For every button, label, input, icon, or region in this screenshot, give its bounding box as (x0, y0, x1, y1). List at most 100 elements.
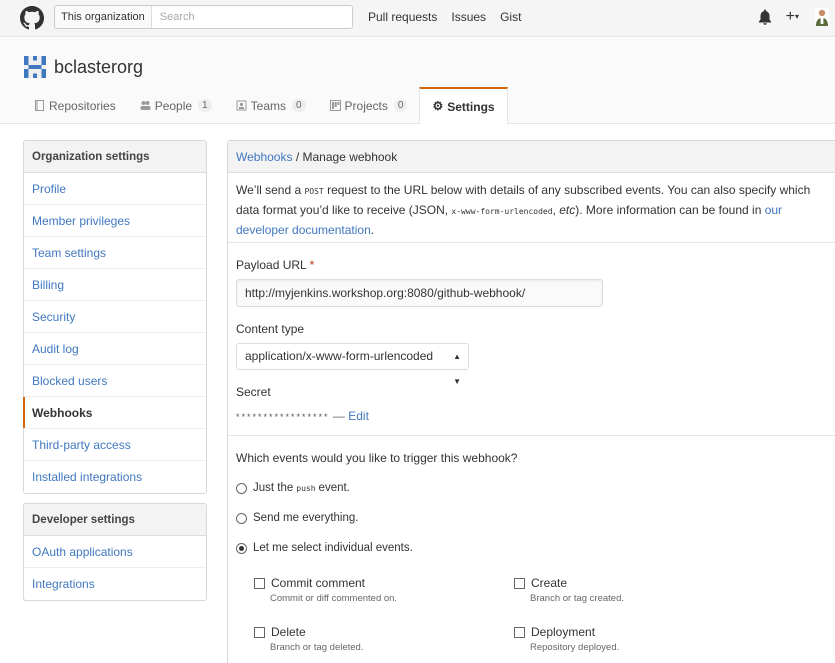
tab-label: Teams (250, 98, 286, 113)
radio-push-code: push (296, 483, 316, 493)
nav-issues[interactable]: Issues (451, 10, 486, 24)
tab-settings[interactable]: ⚙ Settings (419, 87, 508, 125)
menu-item-audit-log[interactable]: Audit log (24, 333, 206, 365)
tab-label: Repositories (49, 98, 116, 113)
tab-label: People (154, 98, 193, 113)
tab-people[interactable]: People 1 (128, 87, 224, 124)
tab-projects[interactable]: Projects 0 (318, 87, 420, 124)
secret-mask: ***************** (236, 412, 330, 422)
search-input[interactable] (151, 7, 352, 27)
menu-item-third-party-access[interactable]: Third-party access (24, 429, 206, 461)
event-name: Create (531, 576, 568, 590)
teams-icon (236, 100, 247, 111)
gear-icon: ⚙ (432, 99, 444, 113)
event-delete[interactable]: Delete Branch or tag deleted. (254, 625, 363, 653)
radio-label: Send me everything. (253, 512, 359, 524)
developer-settings-menu: Developer settings OAuth applications In… (23, 503, 207, 601)
webhook-panel: Webhooks / Manage webhook We’ll send a P… (227, 140, 835, 663)
payload-url-label: Payload URL * (236, 258, 314, 272)
radio-send-everything[interactable]: Send me everything. (236, 512, 358, 524)
menu-item-profile[interactable]: Profile (24, 173, 206, 205)
menu-item-installed-integrations[interactable]: Installed integrations (24, 461, 206, 493)
tab-label: Settings (447, 99, 495, 114)
bell-icon[interactable] (758, 9, 772, 25)
tab-counter: 0 (291, 99, 306, 112)
intro-etc: etc (559, 203, 576, 217)
intro-text: . (370, 223, 375, 237)
tab-label: Projects (344, 98, 388, 113)
event-create[interactable]: Create Branch or tag created. (514, 576, 624, 604)
secret-label: Secret (236, 385, 271, 399)
nav-pull-requests[interactable]: Pull requests (368, 10, 437, 24)
menu-item-webhooks[interactable]: Webhooks (23, 397, 206, 429)
tab-teams[interactable]: Teams 0 (224, 87, 318, 124)
content-type-label: Content type (236, 322, 305, 336)
breadcrumb: Webhooks / Manage webhook (228, 141, 835, 173)
radio-button[interactable] (236, 512, 247, 524)
radio-push-event[interactable]: Just the push event. (236, 482, 350, 494)
event-name: Deployment (531, 625, 596, 639)
checkbox[interactable] (254, 577, 265, 589)
events-question: Which events would you like to trigger t… (236, 451, 518, 465)
tab-repositories[interactable]: Repositories (22, 87, 128, 124)
menu-item-billing[interactable]: Billing (24, 269, 206, 301)
secret-separator: — (329, 409, 349, 423)
label-text: Payload URL (236, 258, 307, 272)
intro-code-urlencoded: x-www-form-urlencoded (451, 207, 553, 216)
intro-text: ). More information can be found in (575, 203, 765, 217)
event-name: Commit comment (271, 576, 366, 590)
event-description: Branch or tag deleted. (270, 642, 364, 653)
radio-select-individual[interactable]: Let me select individual events. (236, 542, 413, 554)
breadcrumb-webhooks-link[interactable]: Webhooks (236, 150, 292, 164)
user-avatar[interactable] (815, 8, 829, 26)
menu-item-security[interactable]: Security (24, 301, 206, 333)
search-box[interactable]: This organization (54, 5, 353, 29)
projects-icon (329, 100, 341, 111)
page-title: Manage webhook (302, 150, 398, 164)
org-name[interactable]: bclasterorg (54, 57, 143, 78)
event-description: Repository deployed. (530, 642, 620, 653)
required-mark: * (309, 258, 315, 272)
radio-label: event. (318, 482, 350, 494)
menu-item-integrations[interactable]: Integrations (24, 568, 206, 600)
top-nav: Pull requests Issues Gist (368, 10, 535, 24)
menu-item-member-privileges[interactable]: Member privileges (24, 205, 206, 237)
plus-icon: + (785, 8, 795, 26)
payload-url-input[interactable] (236, 279, 603, 307)
event-description: Commit or diff commented on. (270, 593, 398, 604)
menu-item-team-settings[interactable]: Team settings (24, 237, 206, 269)
create-new-dropdown[interactable]: +▾ (786, 9, 799, 25)
select-arrows-icon: ▲ ▼ (453, 352, 461, 386)
webhook-intro-text: We’ll send a POST request to the URL bel… (236, 181, 835, 239)
github-logo-icon[interactable] (20, 6, 44, 30)
search-scope-label: This organization (55, 6, 152, 28)
top-header: This organization Pull requests Issues G… (0, 0, 835, 37)
event-deployment[interactable]: Deployment Repository deployed. (514, 625, 619, 653)
event-description: Branch or tag created. (530, 593, 624, 604)
divider (228, 242, 835, 243)
content-type-select[interactable]: application/x-www-form-urlencoded ▲ ▼ (236, 343, 469, 386)
breadcrumb-separator: / (292, 150, 303, 164)
menu-item-oauth-applications[interactable]: OAuth applications (24, 536, 206, 568)
divider (228, 435, 835, 436)
menu-item-blocked-users[interactable]: Blocked users (24, 365, 206, 397)
event-name: Delete (271, 625, 306, 639)
content-type-value: application/x-www-form-urlencoded (245, 349, 434, 363)
checkbox[interactable] (254, 626, 265, 638)
org-avatar (24, 56, 46, 78)
tab-counter: 0 (393, 99, 408, 112)
secret-field: ***************** — Edit (236, 409, 369, 423)
nav-gist[interactable]: Gist (500, 10, 521, 24)
checkbox[interactable] (514, 626, 525, 638)
org-settings-menu: Organization settings Profile Member pri… (23, 140, 207, 494)
event-commit-comment[interactable]: Commit comment Commit or diff commented … (254, 576, 397, 604)
org-tabs: Repositories People 1 Teams 0 Projects 0… (22, 87, 508, 125)
checkbox[interactable] (514, 577, 525, 589)
radio-label: Just the (253, 482, 294, 494)
radio-button-selected[interactable] (236, 542, 247, 554)
caret-down-icon: ▾ (794, 11, 799, 21)
menu-heading: Organization settings (24, 141, 206, 173)
secret-edit-link[interactable]: Edit (348, 409, 369, 423)
people-icon (140, 101, 151, 110)
radio-button[interactable] (236, 482, 247, 494)
